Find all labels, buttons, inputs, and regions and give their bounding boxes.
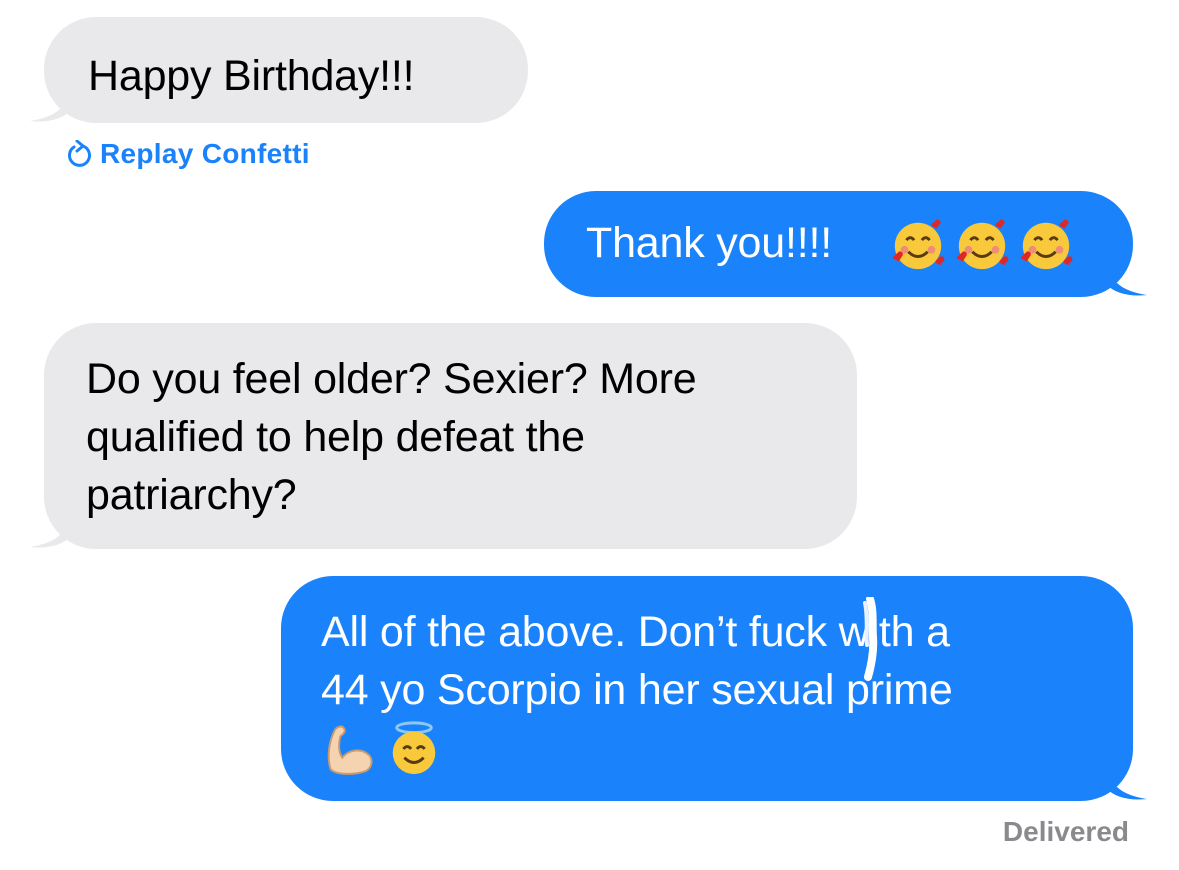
redaction-scribble-icon — [863, 597, 878, 681]
outgoing-message-bubble[interactable]: Thank you!!!! — [544, 191, 1147, 297]
emoji-group — [889, 215, 1075, 273]
message-line: 44 yo Scorpio in her sexual prime — [321, 666, 953, 714]
message-thread: Happy Birthday!!! Replay Confetti Thank … — [0, 0, 1179, 870]
message-line: All of the above. Don’t fuck with a — [321, 608, 950, 656]
incoming-message-bubble[interactable]: Happy Birthday!!! — [30, 17, 528, 123]
replay-icon — [67, 140, 91, 167]
bubble-tail-icon — [30, 91, 70, 122]
message-line: Do you feel older? Sexier? More — [86, 355, 697, 403]
message-text: Happy Birthday!!! — [88, 52, 415, 100]
message-line: qualified to help defeat the — [86, 413, 585, 461]
bubble-tail-icon — [1107, 265, 1147, 296]
flexed-biceps-icon — [327, 725, 373, 775]
bubble-tail-icon — [30, 517, 70, 548]
smiling-face-with-hearts-icon — [892, 219, 945, 270]
incoming-message-bubble[interactable]: Do you feel older? Sexier? More qualifie… — [30, 323, 857, 549]
message-line: patriarchy? — [86, 471, 297, 519]
emoji-group — [321, 719, 443, 777]
replay-confetti-button[interactable]: Replay Confetti — [66, 138, 310, 170]
smiling-face-with-hearts-icon — [956, 219, 1009, 270]
smiling-face-with-halo-icon — [392, 721, 436, 775]
outgoing-message-bubble[interactable]: All of the above. Don’t fuck with a 44 y… — [281, 576, 1147, 801]
bubble-tail-icon — [1107, 769, 1147, 800]
delivery-status: Delivered — [1002, 816, 1129, 847]
replay-confetti-label: Replay Confetti — [100, 138, 310, 169]
smiling-face-with-hearts-icon — [1020, 219, 1073, 270]
